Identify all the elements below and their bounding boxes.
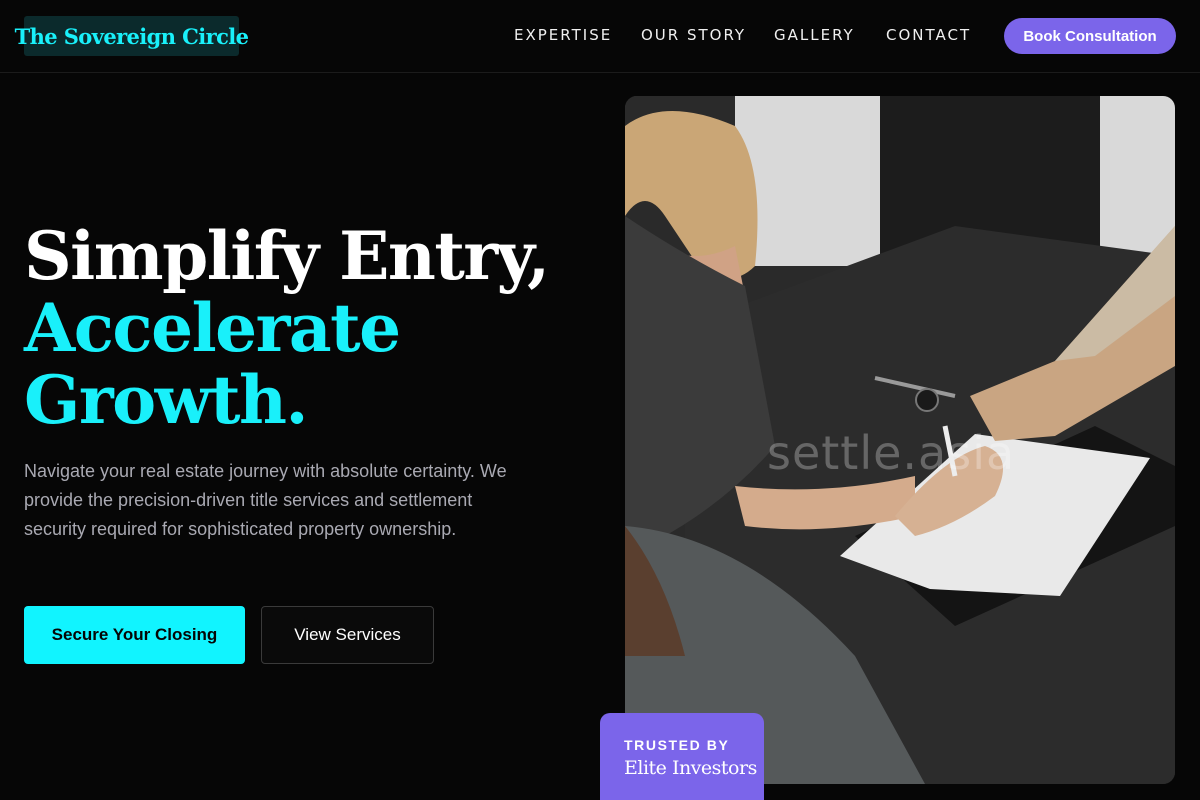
badge-kicker: TRUSTED BY	[624, 737, 730, 753]
nav-link-gallery[interactable]: GALLERY	[774, 26, 855, 44]
nav-link-contact[interactable]: CONTACT	[886, 26, 971, 44]
site-header: The Sovereign Circle EXPERTISE OUR STORY…	[0, 0, 1200, 73]
book-consultation-button[interactable]: Book Consultation	[1004, 18, 1176, 54]
view-services-button[interactable]: View Services	[261, 606, 434, 664]
headline-line-3: Growth.	[24, 361, 308, 439]
headline-line-2: Accelerate	[24, 289, 401, 367]
badge-title: Elite Investors	[624, 757, 757, 779]
brand-logo[interactable]: The Sovereign Circle	[15, 16, 249, 56]
trust-badge: TRUSTED BY Elite Investors	[600, 713, 764, 800]
image-watermark: settle.asia	[767, 426, 1016, 480]
hero-lead-text: Navigate your real estate journey with a…	[24, 461, 507, 539]
hero-headline: Simplify Entry, Accelerate Growth.	[24, 217, 550, 439]
nav-link-our-story[interactable]: OUR STORY	[641, 26, 746, 44]
nav-link-expertise[interactable]: EXPERTISE	[514, 26, 612, 44]
secure-closing-button[interactable]: Secure Your Closing	[24, 606, 245, 664]
page: The Sovereign Circle EXPERTISE OUR STORY…	[0, 0, 1200, 800]
headline-line-1: Simplify Entry,	[24, 217, 550, 295]
hero-photo: settle.asia	[625, 96, 1175, 784]
